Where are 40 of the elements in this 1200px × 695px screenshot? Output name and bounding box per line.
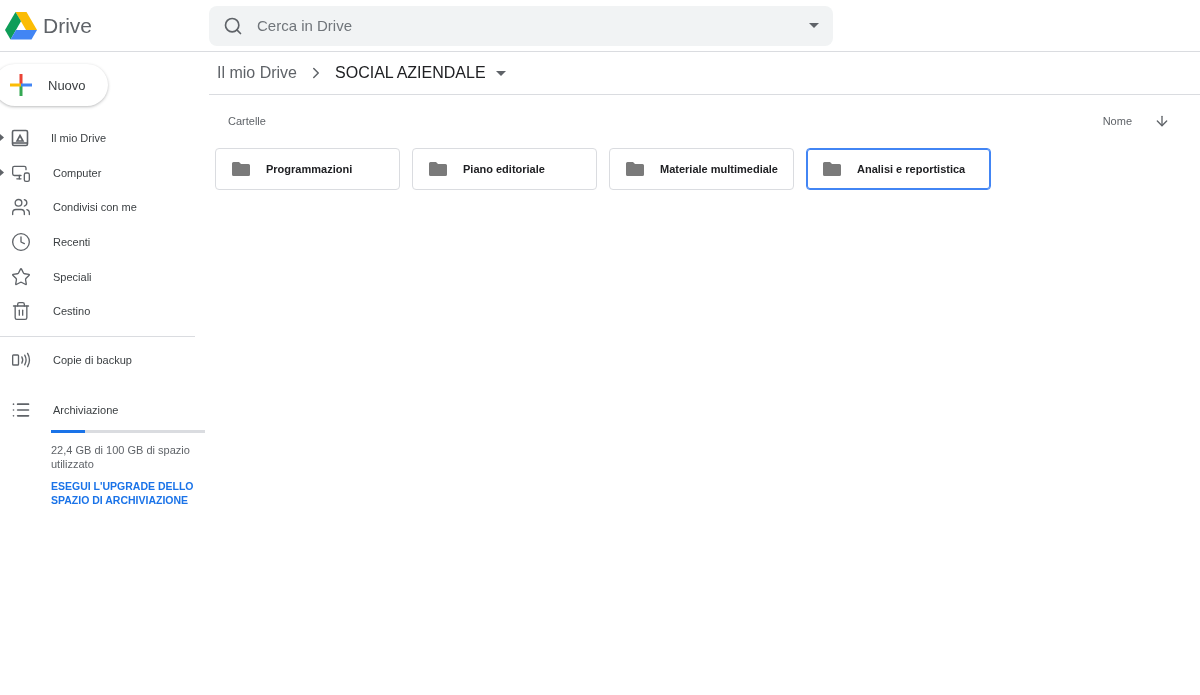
star-icon (11, 266, 31, 287)
sidebar-item[interactable]: Cestino (0, 293, 209, 329)
folder-card[interactable]: Analisi e reportistica (806, 148, 991, 190)
upgrade-link[interactable]: ESEGUI L'UPGRADE DELLO SPAZIO DI ARCHIVIAZIONE (51, 478, 205, 507)
logo-icon (5, 11, 37, 40)
folder-icon (626, 162, 644, 176)
search-icon (223, 15, 243, 36)
folder-icon (823, 162, 841, 176)
sidebar-item[interactable]: Il mio Drive (0, 121, 209, 156)
drive-icon (11, 129, 29, 148)
caret-icon[interactable] (0, 168, 4, 176)
new-button[interactable]: Nuovo (0, 64, 108, 106)
folder-name: Materiale multimediale (660, 163, 778, 175)
clock-icon (11, 232, 31, 253)
storage-usage: 22,4 GB di 100 GB di spazio utilizzato (51, 442, 191, 471)
sidebar-item[interactable]: Computer (0, 155, 209, 191)
section-title: Cartelle (228, 115, 266, 127)
sidebar-item[interactable]: Archiviazione (0, 393, 209, 428)
caret-icon[interactable] (0, 134, 4, 141)
folder-name: Piano editoriale (463, 163, 545, 175)
people-icon (11, 197, 31, 218)
folder-icon (429, 162, 447, 176)
sidebar-item[interactable]: Recenti (0, 224, 209, 260)
plus-icon (10, 74, 32, 96)
sort-label[interactable]: Nome (1102, 115, 1132, 127)
folder-card[interactable]: Programmazioni (215, 148, 400, 190)
trash-icon (11, 301, 31, 322)
app-name: Drive (43, 13, 92, 38)
sidebar-item[interactable]: Speciali (0, 259, 209, 294)
folder-name: Analisi e reportistica (857, 163, 966, 175)
sidebar-item[interactable]: Copie di backup (0, 342, 209, 378)
folder-card[interactable]: Materiale multimediale (609, 148, 794, 190)
folder-icon (232, 162, 250, 176)
sidebar-item[interactable]: Condivisi con me (0, 190, 209, 225)
dropdown-icon[interactable] (495, 70, 506, 76)
breadcrumb-item[interactable]: SOCIAL AZIENDALE (335, 64, 486, 82)
breadcrumb-item[interactable]: Il mio Drive (217, 64, 297, 82)
folder-card[interactable]: Piano editoriale (412, 148, 597, 190)
dropdown-icon[interactable] (809, 23, 819, 28)
folder-name: Programmazioni (266, 163, 353, 175)
